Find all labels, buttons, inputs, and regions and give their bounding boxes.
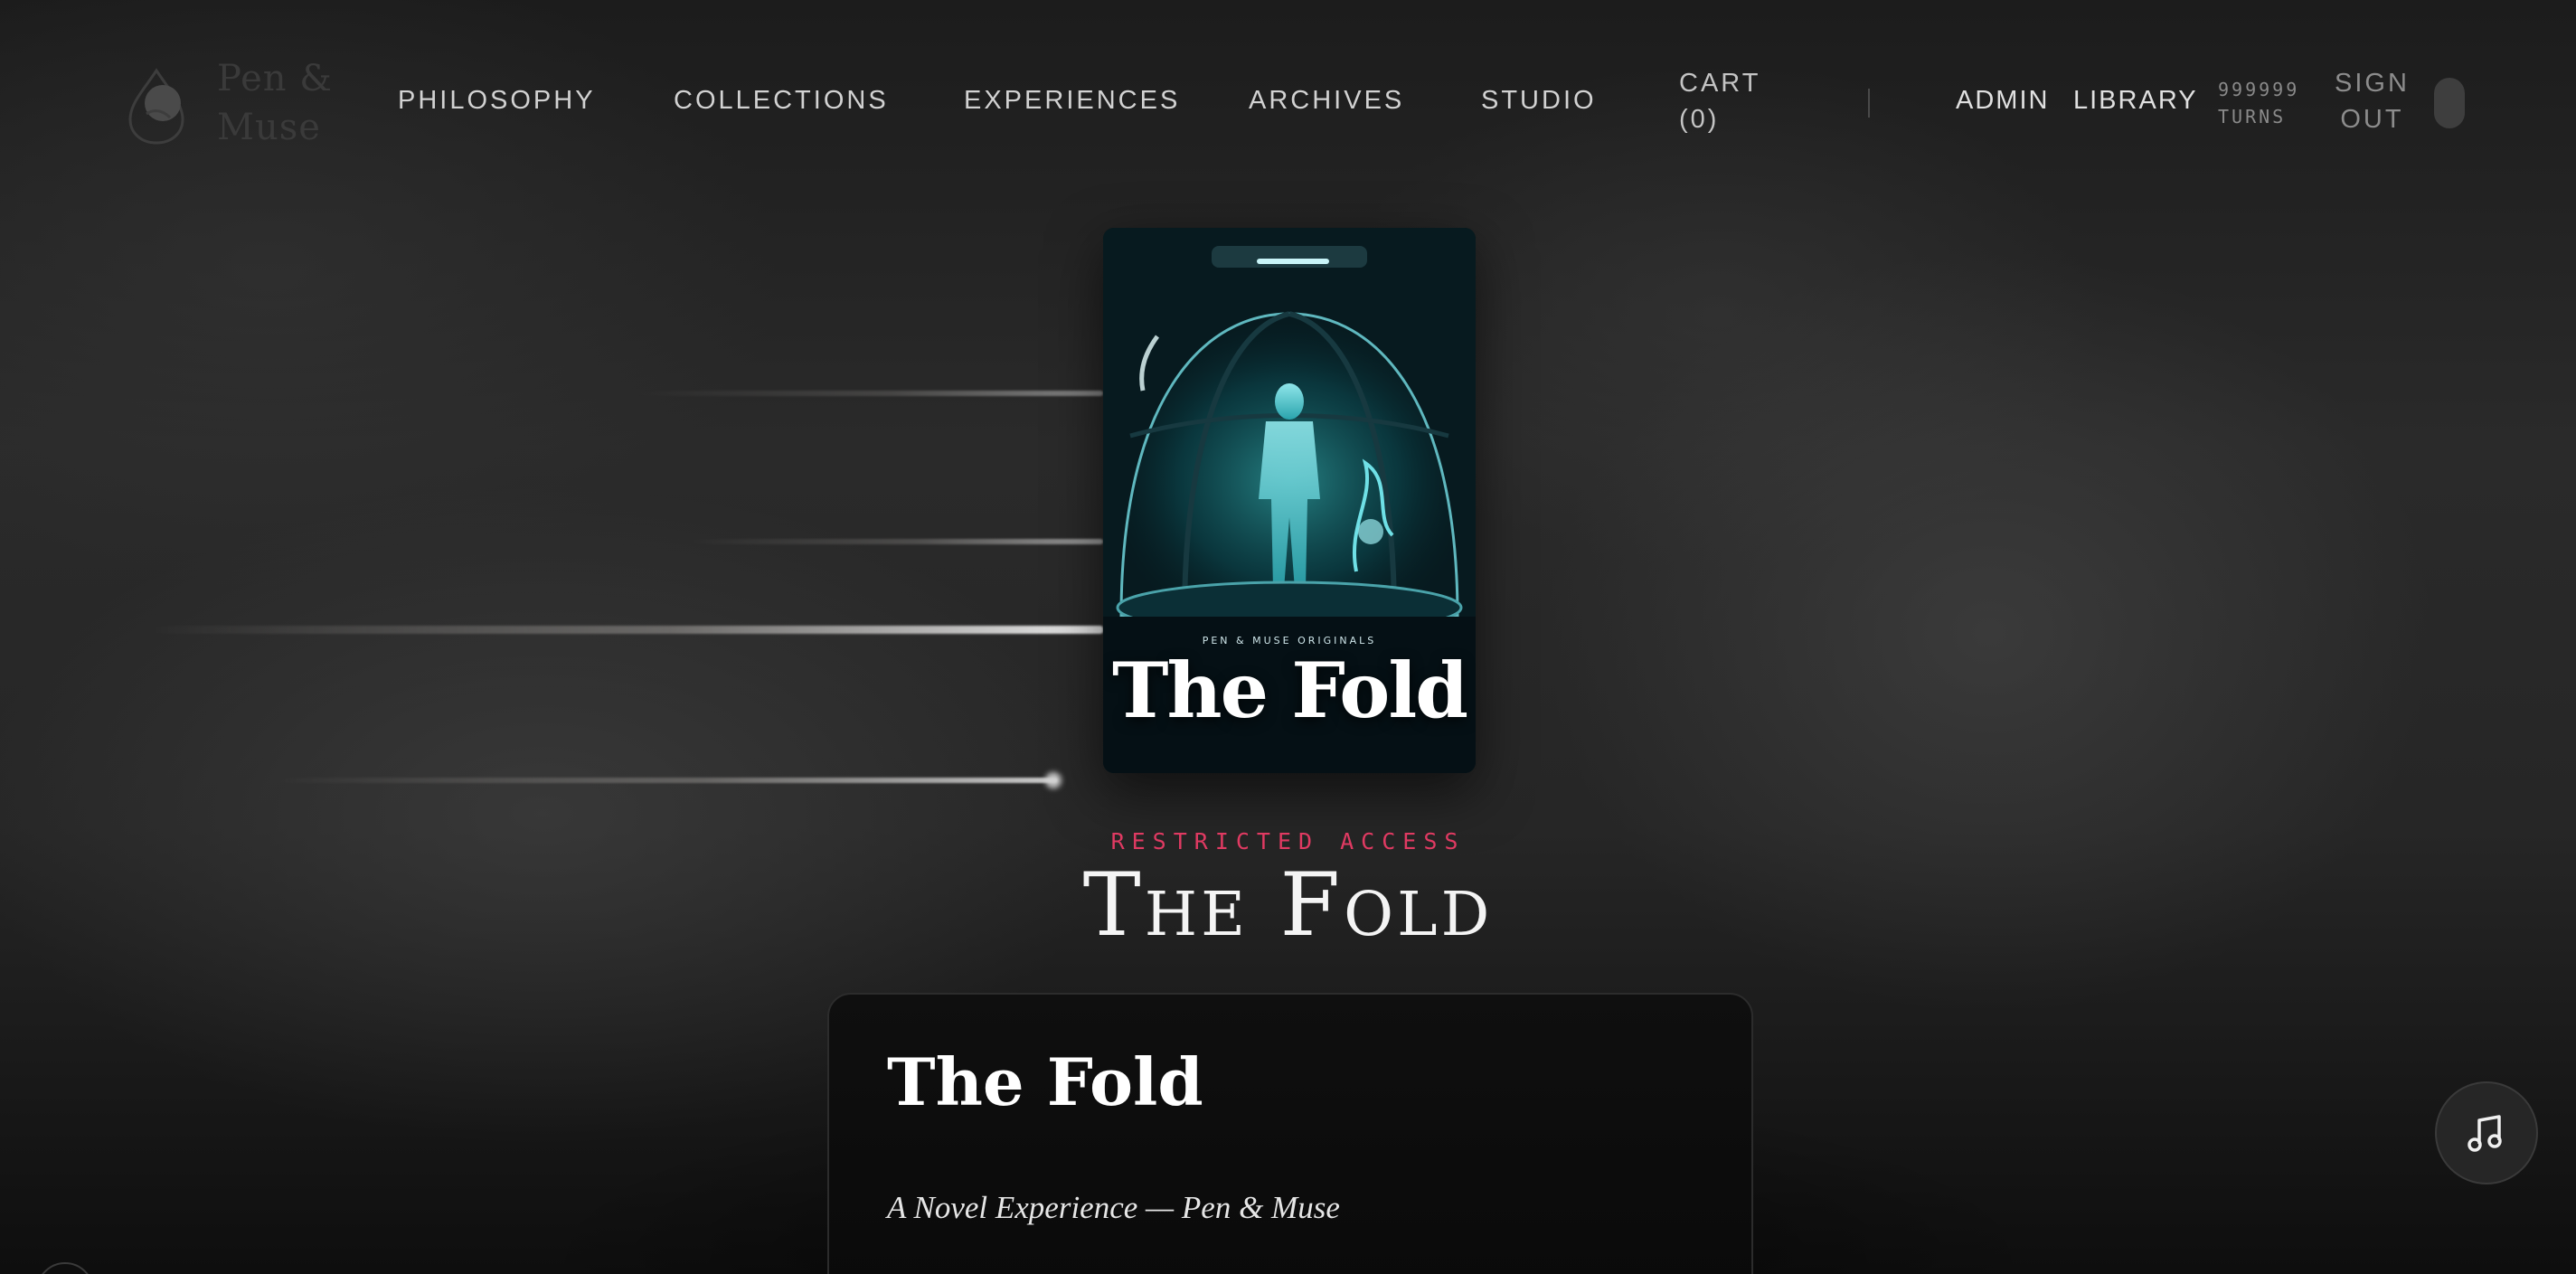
sign-out-button[interactable]: SIGN OUT — [2335, 65, 2410, 137]
ink-drop-icon — [128, 68, 184, 145]
book-cover[interactable]: PEN & MUSE ORIGINALS The Fold — [1103, 228, 1476, 773]
light-streak — [633, 391, 1103, 396]
nav-divider — [1868, 89, 1870, 118]
library-link[interactable]: LIBRARY — [2073, 86, 2198, 116]
light-streak — [271, 778, 1058, 783]
cover-title: The Fold — [1112, 646, 1468, 735]
nav-archives[interactable]: ARCHIVES — [1249, 86, 1404, 116]
music-toggle-button[interactable] — [2435, 1081, 2538, 1184]
nav-experiences[interactable]: EXPERIENCES — [964, 86, 1180, 116]
turns-value: 999999 — [2218, 79, 2300, 100]
cart-count: (0) — [1679, 105, 1720, 134]
brand-name: Pen & Muse — [217, 58, 333, 148]
cart-label: CART — [1679, 69, 1761, 98]
light-streak — [687, 539, 1103, 544]
nav-collections[interactable]: COLLECTIONS — [674, 86, 889, 116]
music-note-icon — [2467, 1115, 2502, 1152]
turns-label: TURNS — [2218, 106, 2287, 127]
book-info-card: The Fold A Novel Experience — Pen & Muse — [827, 993, 1753, 1274]
admin-link[interactable]: ADMIN — [1956, 86, 2049, 116]
light-streak — [145, 626, 1103, 634]
brand-logo[interactable]: Pen & Muse — [127, 54, 335, 154]
card-subtitle: A Novel Experience — Pen & Muse — [887, 1190, 1340, 1225]
card-title: The Fold — [887, 1043, 1203, 1120]
turns-counter: 999999 TURNS — [2218, 76, 2299, 130]
restricted-access-label: RESTRICTED ACCESS — [1110, 828, 1466, 854]
page-title: The Fold — [1082, 854, 1494, 956]
nav-philosophy[interactable]: PHILOSOPHY — [398, 86, 596, 116]
cart-link[interactable]: CART (0) — [1679, 65, 1760, 137]
user-menu-toggle[interactable] — [2434, 78, 2465, 128]
nav-studio[interactable]: STUDIO — [1481, 86, 1597, 116]
